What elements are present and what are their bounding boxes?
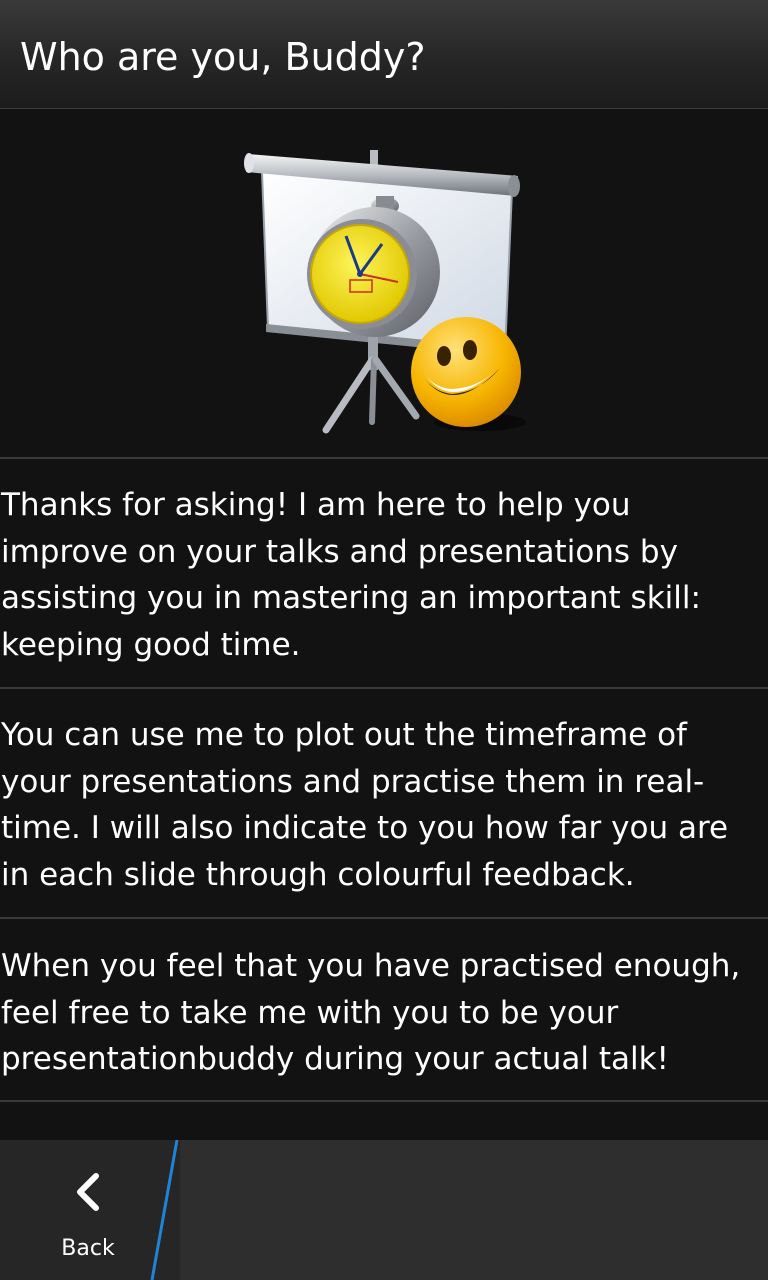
divider: [0, 687, 768, 689]
divider: [0, 917, 768, 919]
closing-paragraph: When you feel that you have practised en…: [1, 943, 763, 1083]
paragraph-line: feel free to take me with you to be your: [1, 994, 619, 1031]
divider: [0, 457, 768, 459]
action-bar-separator: [140, 1140, 180, 1280]
paragraph-line: in each slide through colourful feedback…: [1, 856, 635, 893]
paragraph-line: improve on your talks and presentations …: [1, 533, 678, 570]
usage-paragraph: You can use me to plot out the timeframe…: [1, 712, 763, 898]
paragraph-line: time. I will also indicate to you how fa…: [1, 810, 729, 846]
paragraph-line: presentationbuddy during your actual tal…: [1, 1041, 669, 1077]
paragraph-line: your presentations and practise them in …: [1, 763, 705, 800]
action-bar: Back: [0, 1140, 768, 1280]
paragraph-line: Thanks for asking! I am here to help you: [1, 487, 631, 523]
paragraph-line: When you feel that you have practised en…: [1, 948, 741, 984]
back-label: Back: [61, 1236, 115, 1261]
paragraph-line: You can use me to plot out the timeframe…: [1, 717, 687, 753]
page-title: Who are you, Buddy?: [20, 35, 426, 79]
divider: [0, 1100, 768, 1102]
paragraph-line: assisting you in mastering an important …: [1, 580, 701, 616]
hero-image: [0, 110, 768, 458]
presentation-screen-with-clock-and-smiley-icon: [244, 150, 526, 434]
title-bar: Who are you, Buddy?: [0, 0, 768, 109]
chevron-left-icon: [77, 1173, 99, 1211]
paragraph-line: keeping good time.: [1, 626, 301, 663]
intro-paragraph: Thanks for asking! I am here to help you…: [1, 482, 763, 668]
